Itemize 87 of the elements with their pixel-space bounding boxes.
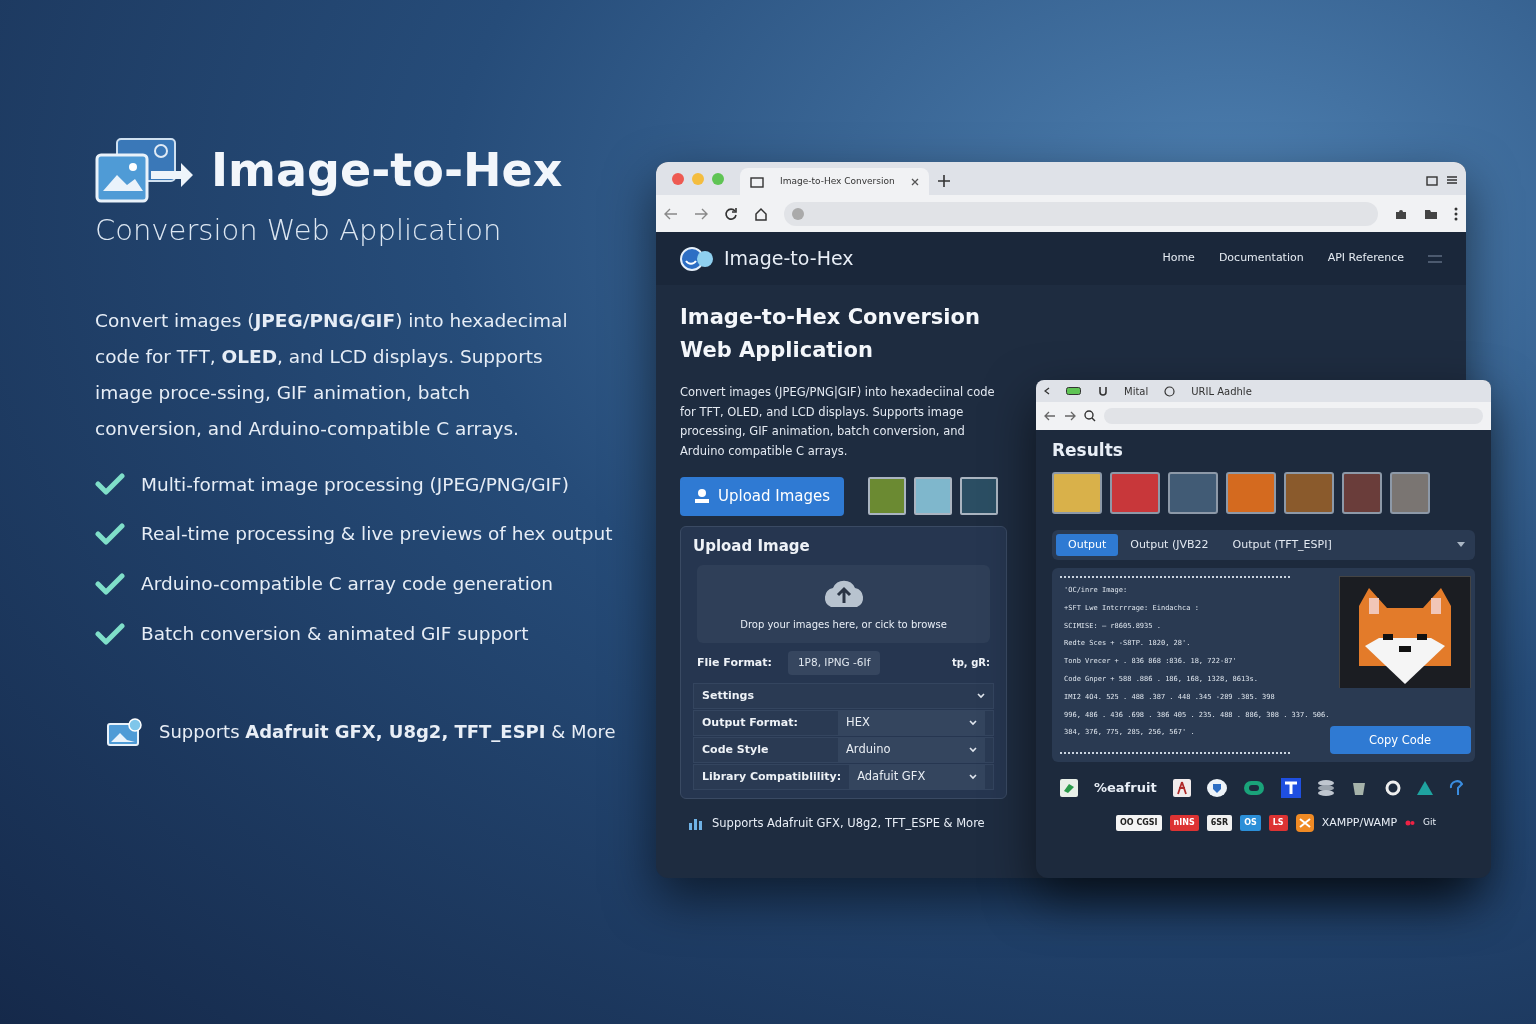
feature-text: Multi-format image processing (JPEG/PNG/GIF) xyxy=(141,472,569,497)
output-tab[interactable]: Output (JVB22 xyxy=(1118,533,1221,556)
checkmark-icon xyxy=(95,621,125,646)
site-icon xyxy=(792,207,804,220)
browser-tab[interactable]: Mital xyxy=(1124,383,1149,399)
badge-label: OS xyxy=(1240,815,1261,832)
git-icon xyxy=(1405,819,1416,828)
u-icon xyxy=(1098,386,1108,396)
photo-placeholder xyxy=(960,477,999,516)
upload-button[interactable]: Upload Images xyxy=(680,477,845,516)
nav-link[interactable]: API Reference xyxy=(1327,250,1404,267)
field-label: Flie Format: xyxy=(697,654,772,671)
upload-icon xyxy=(694,488,710,505)
app-subtitle: Conversion Web Application xyxy=(95,212,503,249)
results-heading: Results xyxy=(1052,439,1124,462)
tab-title: Image-to-Hex Conversion xyxy=(780,174,895,188)
format-value: 1P8, IPNG -6If xyxy=(787,651,881,675)
triangle-icon xyxy=(1416,781,1433,796)
copy-code-button[interactable]: Copy Code xyxy=(1329,726,1471,755)
pill-icon xyxy=(1242,780,1265,797)
photo-placeholder xyxy=(1168,471,1218,514)
app-title: Image-to-Hex xyxy=(211,141,563,199)
browser-tab[interactable]: URIL Aadhle xyxy=(1191,383,1252,399)
badge-label: OO CGSI xyxy=(1116,815,1162,832)
brand-name: Image-to-Hex xyxy=(724,246,854,272)
globe-icon xyxy=(1164,385,1176,397)
ring-icon xyxy=(1384,780,1401,797)
badge-label: LS xyxy=(1268,815,1288,832)
photo-placeholder xyxy=(1342,471,1382,514)
page-description: Convert images (JPEG/PNG|GIF) into hexadeciinal code for TFT, OLED, and LCD displays. Supports image processing, GIF animation, batch conversion, and Arduino compatible C arrays. xyxy=(680,384,996,460)
menu-icon[interactable] xyxy=(1446,174,1458,186)
supports-text: Supports Adafruit GFX, U8g2, TFT_ESPI & More xyxy=(159,720,616,744)
folder-icon[interactable] xyxy=(1424,207,1438,220)
checkmark-icon xyxy=(95,522,125,547)
setting-label: Settings xyxy=(702,687,754,704)
reload-icon[interactable] xyxy=(724,206,738,221)
search-icon[interactable] xyxy=(1084,410,1096,422)
image-convert-icon xyxy=(95,135,195,205)
back-icon[interactable] xyxy=(1044,387,1050,395)
photo-placeholder xyxy=(1390,471,1430,514)
checkmark-icon xyxy=(95,472,125,497)
image-icon xyxy=(107,717,143,746)
settings-header[interactable]: Settings xyxy=(693,682,994,709)
forward-icon[interactable] xyxy=(694,207,708,220)
nav-link[interactable]: Home xyxy=(1162,250,1195,267)
feature-text: Real-time processing & live previews of hex output xyxy=(141,522,613,547)
logo-text: %eafruit xyxy=(1094,779,1157,798)
browser-tab[interactable]: Image-to-Hex Conversion xyxy=(740,168,929,195)
window-icon[interactable] xyxy=(1426,174,1438,186)
photo-placeholder xyxy=(1284,471,1334,514)
supports-text: Supports Adafruit GFX, U8g2, TFT_ESPE & More xyxy=(712,814,985,832)
tab-icon xyxy=(750,175,764,188)
nav-link[interactable]: Documentation xyxy=(1218,250,1304,267)
chevron-icon xyxy=(977,692,985,699)
more-icon[interactable] xyxy=(1454,206,1458,221)
badge-label: 6SR xyxy=(1206,815,1233,832)
photo-placeholder xyxy=(1110,471,1160,514)
photo-placeholder xyxy=(1052,471,1102,514)
photo-placeholder xyxy=(868,477,907,516)
drop-zone[interactable]: Drop your images here, or cick to browse xyxy=(697,565,990,643)
database-icon xyxy=(1316,780,1335,797)
page-heading: Image-to-Hex Conversion Web Application xyxy=(680,304,981,364)
card-title: Upload Image xyxy=(693,535,811,557)
battery-icon xyxy=(1066,387,1082,395)
t-letter-icon xyxy=(1280,778,1301,799)
chevron-icon[interactable] xyxy=(1457,542,1465,548)
output-tab[interactable]: Output xyxy=(1056,533,1119,556)
back-icon[interactable] xyxy=(1044,411,1056,421)
tool-label: Git xyxy=(1423,816,1437,830)
shield-icon xyxy=(1206,779,1227,798)
checkmark-icon xyxy=(95,571,125,596)
feature-text: Batch conversion & animated GIF support xyxy=(141,621,529,646)
tool-label: XAMPP/WAMP xyxy=(1321,814,1398,831)
photo-placeholder xyxy=(914,477,953,516)
close-icon[interactable] xyxy=(910,177,919,186)
feature-text: Arduino-compatible C array code generation xyxy=(141,572,554,596)
home-icon[interactable] xyxy=(754,206,768,221)
photo-placeholder xyxy=(1226,471,1276,514)
output-tab[interactable]: Output (TFT_ESPI] xyxy=(1220,533,1344,556)
logo-icon xyxy=(680,246,716,271)
xampp-icon xyxy=(1295,814,1314,833)
format-extra: tp, gR: xyxy=(951,656,990,671)
forward-icon[interactable] xyxy=(1064,411,1076,421)
plus-icon[interactable] xyxy=(936,174,951,188)
intro-paragraph: Convert images (JPEG/PNG/GIF) into hexadecimal code for TFT, OLED, and LCD displays. Supports image proce-ssing, GIF animation, batch conversion, and Arduino-compatible C arrays. xyxy=(95,308,569,441)
badge-label: nINS xyxy=(1169,815,1199,832)
drop-text: Drop your images here, or cick to browse xyxy=(740,617,947,632)
